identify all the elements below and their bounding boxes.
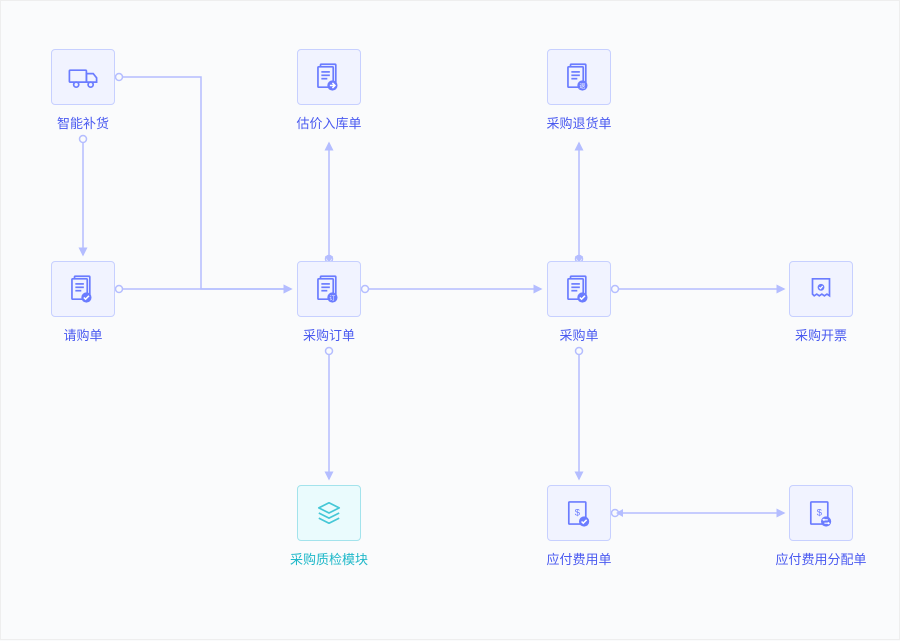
- svg-text:$: $: [817, 508, 823, 518]
- doc-order-icon: 订: [297, 261, 361, 317]
- doc-money-swap-icon: $: [789, 485, 853, 541]
- doc-check-icon: [51, 261, 115, 317]
- node-label: 采购开票: [795, 325, 847, 344]
- invoice-icon: [789, 261, 853, 317]
- node-label: 估价入库单: [296, 113, 361, 132]
- node-label: 应付费用单: [546, 549, 611, 568]
- node-label: 应付费用分配单: [776, 549, 867, 568]
- svg-text:订: 订: [329, 295, 335, 302]
- truck-icon: [51, 49, 115, 105]
- node-label: 采购质检模块: [290, 549, 368, 568]
- node-payable-expense[interactable]: $ 应付费用单: [539, 485, 619, 568]
- node-label: 采购单: [559, 325, 598, 344]
- connector-layer: [1, 1, 900, 641]
- doc-export-icon: [297, 49, 361, 105]
- node-smart-replenish[interactable]: 智能补货: [43, 49, 123, 132]
- doc-money-check-icon: $: [547, 485, 611, 541]
- node-label: 请购单: [63, 325, 102, 344]
- node-estimate-inbound[interactable]: 估价入库单: [289, 49, 369, 132]
- doc-check-icon: [547, 261, 611, 317]
- node-purchase-request[interactable]: 请购单: [43, 261, 123, 344]
- node-label: 采购订单: [303, 325, 355, 344]
- node-label: 智能补货: [57, 113, 109, 132]
- svg-text:$: $: [575, 508, 581, 518]
- doc-return-icon: 退: [547, 49, 611, 105]
- node-quality-inspection[interactable]: 采购质检模块: [289, 485, 369, 568]
- node-purchase-receipt[interactable]: 采购单: [539, 261, 619, 344]
- node-purchase-return[interactable]: 退 采购退货单: [539, 49, 619, 132]
- node-expense-allocation[interactable]: $ 应付费用分配单: [781, 485, 861, 568]
- layers-icon: [297, 485, 361, 541]
- node-label: 采购退货单: [546, 113, 611, 132]
- node-purchase-invoice[interactable]: 采购开票: [781, 261, 861, 344]
- procurement-flow-diagram: 智能补货 请购单: [1, 1, 899, 639]
- svg-text:退: 退: [579, 82, 585, 90]
- node-purchase-order[interactable]: 订 采购订单: [289, 261, 369, 344]
